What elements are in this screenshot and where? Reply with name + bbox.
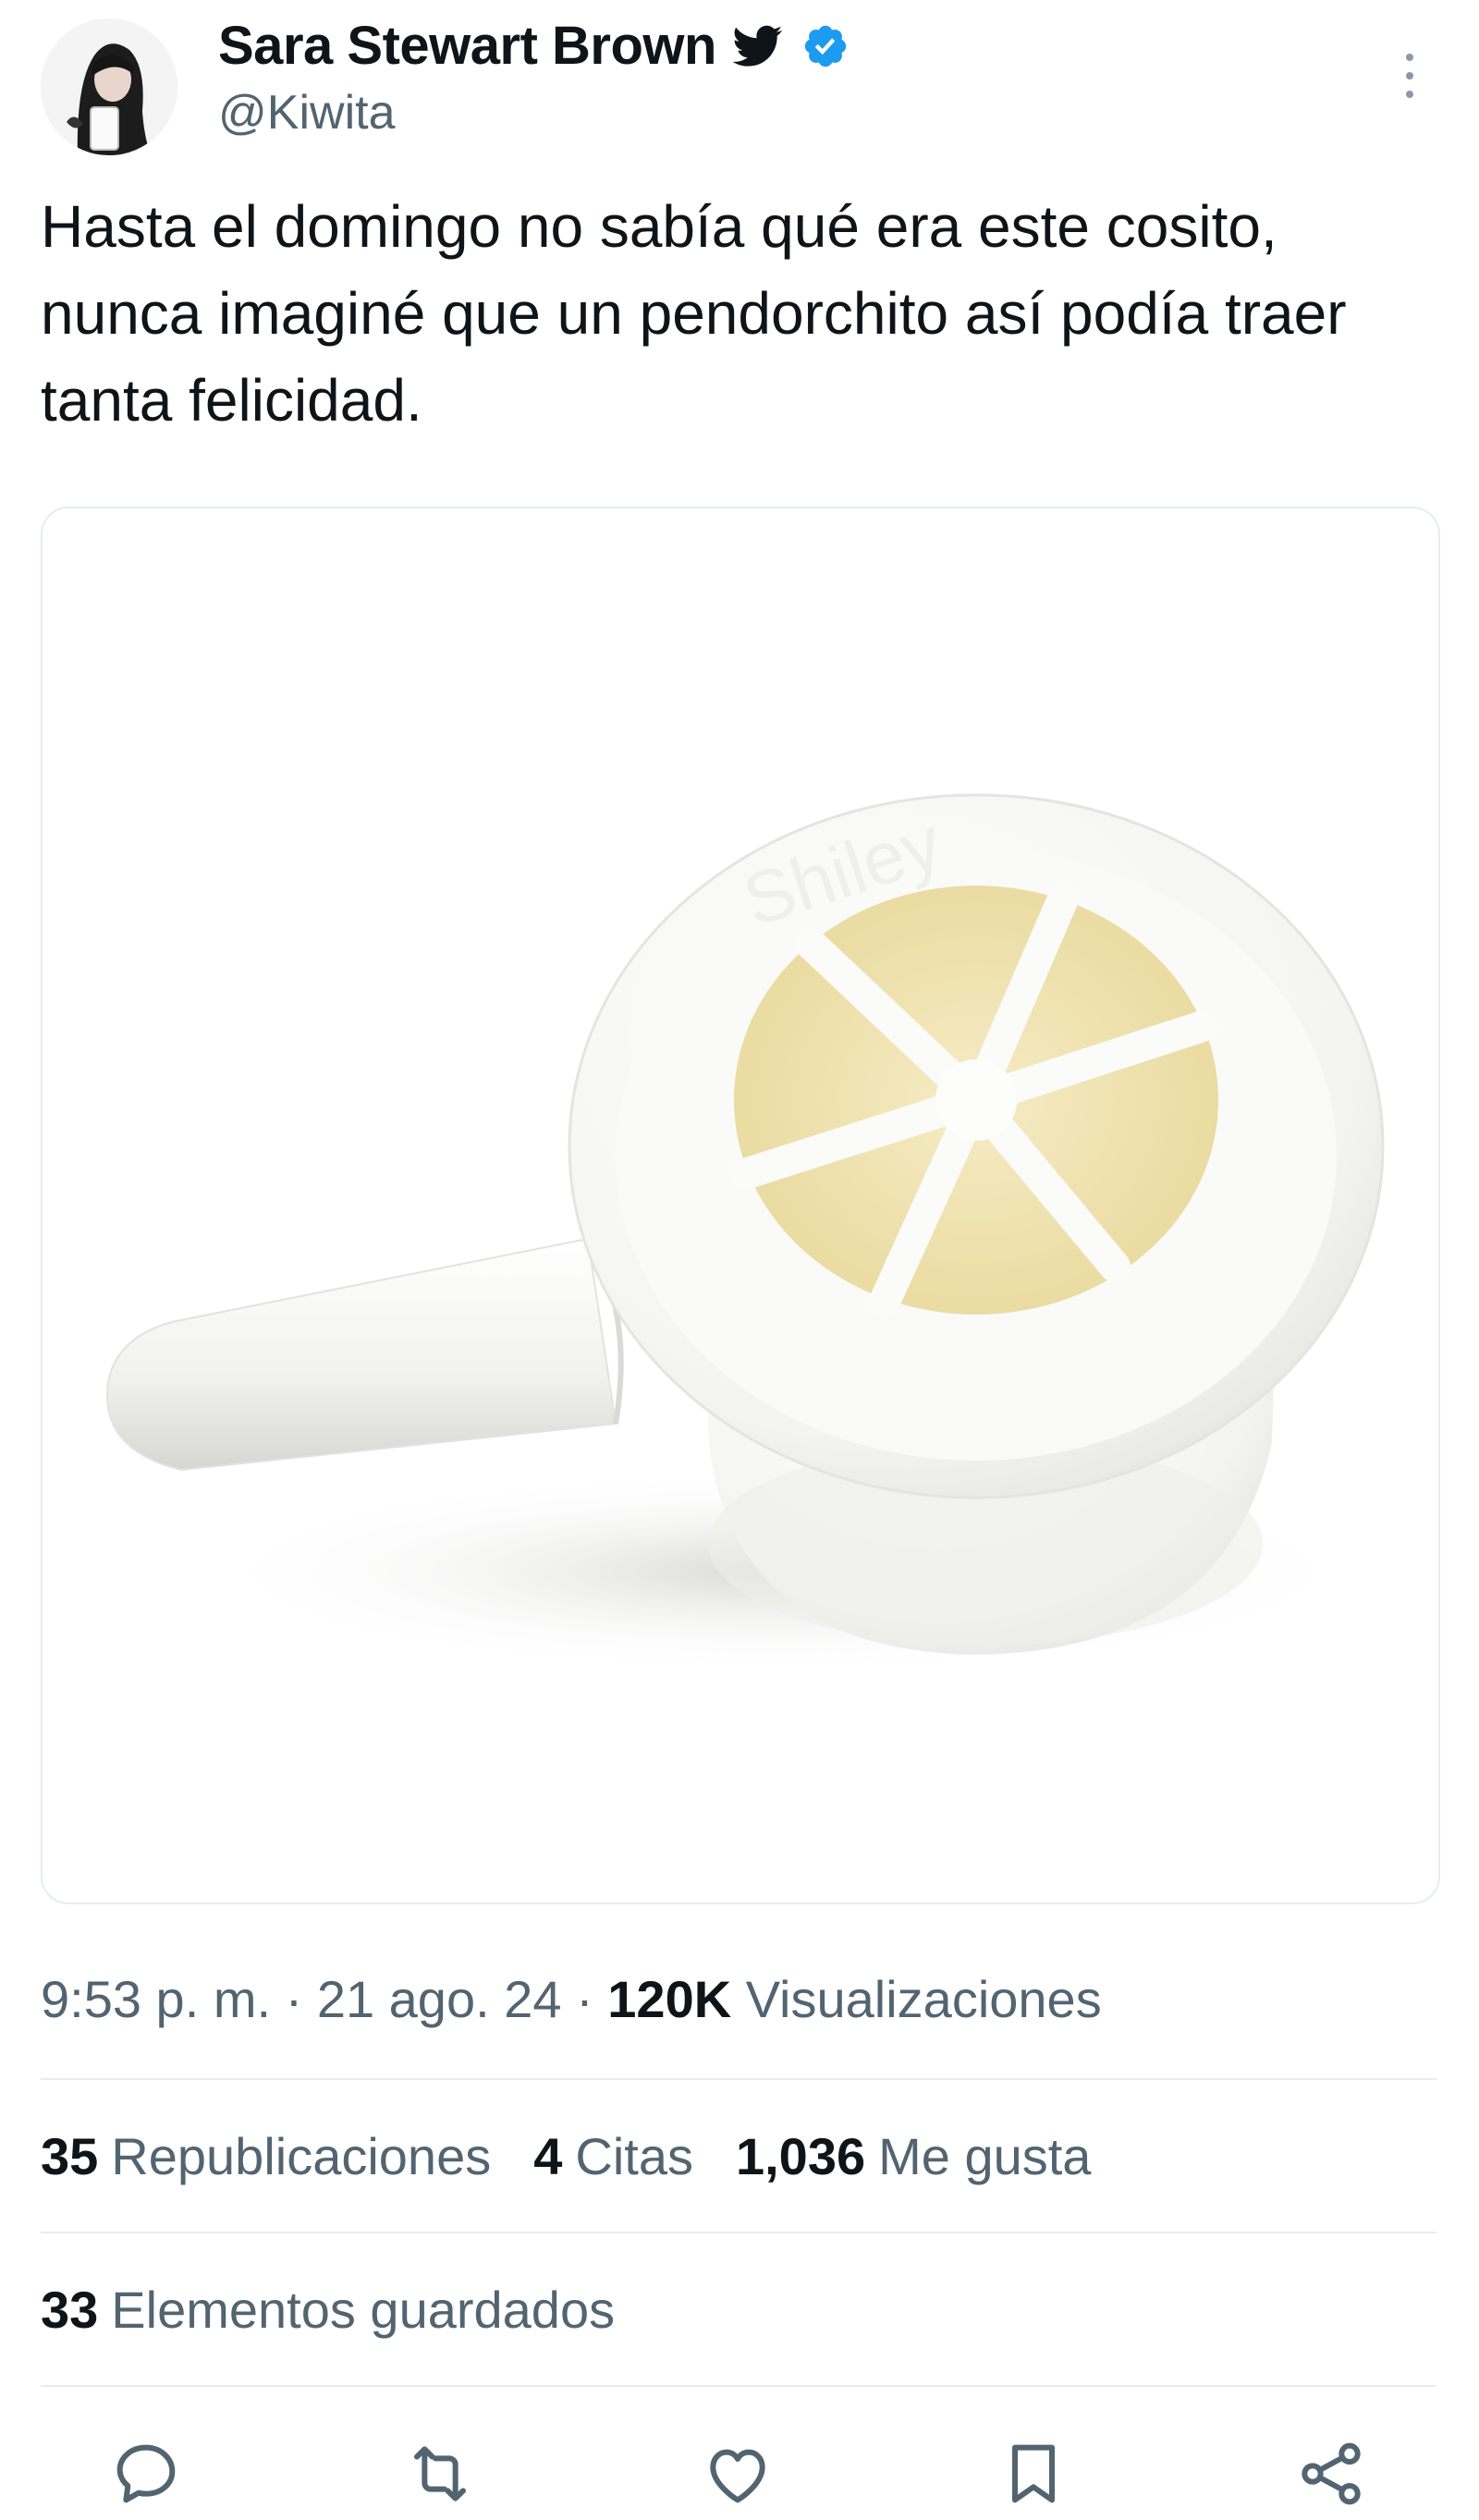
reply-icon[interactable] [109,2437,183,2511]
bookmarks-count: 33 [41,2281,99,2339]
likes-count: 1,036 [735,2127,866,2185]
bookmark-icon[interactable] [996,2437,1070,2511]
verified-badge-icon [804,25,847,67]
author-handle[interactable]: @Kiwita [218,85,396,141]
avatar[interactable] [41,18,177,155]
twitter-bird-icon [732,25,783,67]
tweet-date[interactable]: 21 ago. 24 [317,1970,562,2028]
heart-icon[interactable] [701,2437,775,2511]
quotes-stat[interactable]: 4 Citas [533,2126,693,2186]
views-label: Visualizaciones [745,1970,1102,2028]
share-icon[interactable] [1294,2437,1368,2511]
author-name-text[interactable]: Sara Stewart Brown [218,15,716,77]
likes-label: Me gusta [878,2127,1092,2185]
product-photo: Shiley [43,508,1438,1902]
bookmarks-label: Elementos guardados [111,2281,616,2339]
quotes-label: Citas [575,2127,693,2185]
author-display-name[interactable]: Sara Stewart Brown [218,15,850,77]
action-bar [0,2437,1479,2511]
more-options-icon[interactable] [1387,48,1433,104]
meta-separator-2: · [576,1970,593,2028]
reposts-label: Republicaciones [111,2127,492,2185]
retweet-icon[interactable] [403,2437,477,2511]
tweet-media[interactable]: Shiley [41,507,1440,1904]
quotes-count: 4 [533,2127,563,2185]
tweet-text: Hasta el domingo no sabía qué era este c… [41,193,1347,434]
divider [41,2078,1436,2080]
likes-stat[interactable]: 1,036 Me gusta [736,2126,1091,2186]
tweet-time[interactable]: 9:53 p. m. [41,1970,271,2028]
reposts-count: 35 [41,2127,99,2185]
engagement-stats: 35 Republicaciones 4 Citas 1,036 Me gusta [41,2126,1133,2186]
views-count: 120K [607,1970,732,2028]
meta-separator: · [285,1970,303,2028]
bookmarks-stat[interactable]: 33 Elementos guardados [41,2280,615,2340]
divider [41,2385,1436,2387]
tweet-meta: 9:53 p. m. · 21 ago. 24 · 120K Visualiza… [41,1969,1102,2029]
divider [41,2232,1436,2233]
reposts-stat[interactable]: 35 Republicaciones [41,2126,491,2186]
